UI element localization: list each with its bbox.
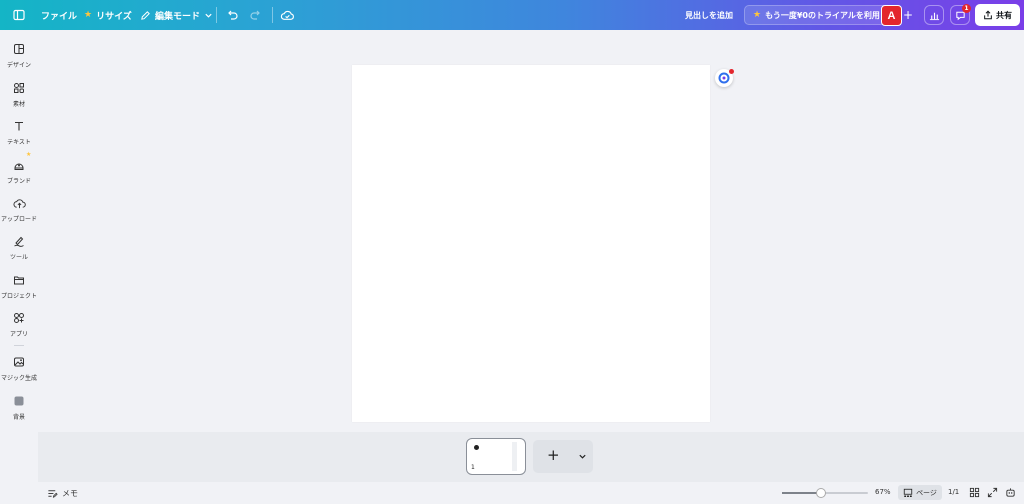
pages-view-label: ページ: [916, 488, 937, 497]
crown-star-icon: ★: [84, 10, 93, 20]
elements-icon: [12, 81, 26, 95]
sidebar-toggle-icon: [9, 5, 29, 25]
share-label: 共有: [996, 10, 1012, 20]
notes-label: メモ: [62, 489, 78, 498]
sidebar-item-label: アップロード: [0, 216, 37, 223]
add-page-button[interactable]: +: [547, 446, 560, 464]
sidebar-item-elements[interactable]: 素材: [0, 81, 38, 108]
zoom-slider-fill: [782, 492, 821, 494]
sidebar-item-label: 背景: [12, 414, 25, 421]
sidebar-item-projects[interactable]: プロジェクト: [0, 273, 38, 300]
chevron-down-icon: [205, 13, 212, 18]
chevron-down-icon[interactable]: [578, 452, 587, 461]
fullscreen-icon[interactable]: [987, 487, 998, 498]
sidebar-item-label: 素材: [12, 101, 25, 108]
sidebar-item-label: デザイン: [6, 62, 31, 69]
zoom-slider[interactable]: [782, 488, 868, 498]
add-heading-button[interactable]: 見出しを追加: [685, 4, 733, 26]
pages-view-button[interactable]: ページ: [898, 485, 942, 500]
grid-view-icon[interactable]: [969, 487, 980, 498]
footer-bar: メモ 67% ページ 1/1: [0, 482, 1024, 504]
crown-star-icon: ★: [26, 151, 32, 158]
undo-icon: [228, 10, 238, 20]
page-count: 1/1: [948, 488, 960, 496]
crown-star-icon: ★: [753, 10, 762, 20]
add-heading-label: 見出しを追加: [685, 10, 733, 20]
assistant-icon: [718, 72, 730, 84]
trial-label: もう一度¥0のトライアルを利用: [765, 10, 880, 20]
thumbnail-mark: [474, 445, 479, 450]
pages-icon: [903, 488, 913, 497]
toolbar-divider: [216, 7, 217, 23]
sidebar-item-magic-media[interactable]: マジック生成: [0, 355, 38, 382]
brand-icon: [12, 158, 26, 172]
notification-count: 1: [964, 5, 969, 12]
edit-mode-button[interactable]: 編集モード: [140, 4, 213, 26]
bar-chart-icon: [924, 5, 944, 25]
sidebar-toggle-button[interactable]: [9, 4, 29, 26]
background-icon: [12, 394, 26, 408]
resize-button[interactable]: ★ リサイズ: [84, 4, 132, 26]
sidebar-item-label: ブランド: [6, 178, 31, 185]
page-number: 1: [471, 464, 475, 471]
add-page-control: +: [533, 440, 593, 473]
share-upload-icon: [984, 10, 992, 20]
sidebar-item-label: プロジェクト: [0, 293, 37, 300]
folder-icon: [12, 273, 26, 287]
apps-icon: [12, 311, 26, 325]
zoom-slider-handle[interactable]: [815, 488, 826, 498]
text-icon: [12, 119, 26, 133]
redo-icon: [250, 10, 260, 20]
trial-button[interactable]: ★ もう一度¥0のトライアルを利用: [744, 5, 889, 25]
top-toolbar: ファイル ★ リサイズ 編集モード 見出しを追加 ★ もう一度¥0のトライアルを…: [0, 0, 1024, 30]
sidebar-item-upload[interactable]: アップロード: [0, 196, 38, 223]
left-sidebar: デザイン 素材 テキスト ブランド ★ アップロード ツール プロジェクト アプ…: [0, 30, 38, 504]
plus-icon: +: [903, 8, 914, 22]
sidebar-divider: [14, 345, 24, 346]
redo-button[interactable]: [249, 4, 263, 26]
notification-badge: 1: [962, 4, 971, 13]
undo-button[interactable]: [225, 4, 239, 26]
file-menu-label: ファイル: [41, 11, 78, 22]
sidebar-item-label: マジック生成: [0, 375, 37, 382]
notes-button[interactable]: メモ: [47, 488, 78, 499]
draw-icon: [12, 234, 26, 248]
design-page-canvas[interactable]: [352, 65, 710, 422]
sidebar-item-brand[interactable]: ブランド ★: [0, 151, 38, 185]
sidebar-item-label: ツール: [9, 254, 28, 261]
zoom-level[interactable]: 67%: [875, 488, 891, 496]
magic-media-icon: [12, 355, 26, 369]
notification-dot: [729, 69, 734, 74]
file-menu-button[interactable]: ファイル: [41, 4, 77, 26]
upload-icon: [12, 196, 26, 210]
page-thumbnail[interactable]: 1: [466, 438, 526, 475]
pencil-icon: [141, 10, 150, 20]
sidebar-item-design[interactable]: デザイン: [0, 42, 38, 69]
help-bot-icon[interactable]: [1005, 487, 1016, 498]
sidebar-item-text[interactable]: テキスト: [0, 119, 38, 146]
edit-mode-label: 編集モード: [155, 11, 201, 22]
page-strip: [38, 432, 1024, 482]
resize-label: リサイズ: [96, 11, 132, 22]
cloud-check-icon: [280, 10, 294, 20]
avatar[interactable]: A: [881, 5, 902, 26]
sidebar-item-label: アプリ: [9, 331, 28, 338]
notes-icon: [48, 490, 58, 498]
avatar-initial: A: [887, 9, 896, 22]
cloud-save-button[interactable]: [280, 4, 295, 26]
sidebar-item-background[interactable]: 背景: [0, 394, 38, 421]
invite-button[interactable]: +: [903, 4, 913, 26]
share-button[interactable]: 共有: [975, 4, 1020, 26]
sidebar-item-label: テキスト: [7, 139, 31, 146]
toolbar-divider: [272, 7, 273, 23]
insights-button[interactable]: [924, 4, 944, 26]
sidebar-item-apps[interactable]: アプリ: [0, 311, 38, 338]
sidebar-item-draw[interactable]: ツール: [0, 234, 38, 261]
design-icon: [12, 42, 26, 56]
